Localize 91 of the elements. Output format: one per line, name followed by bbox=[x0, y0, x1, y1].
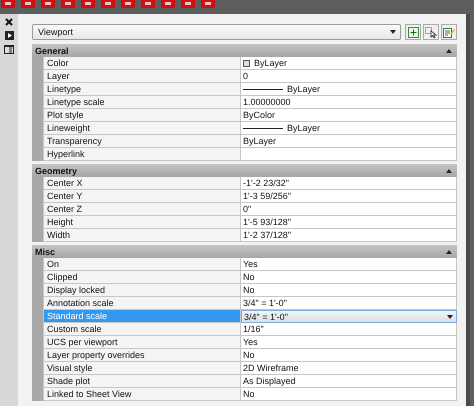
property-value[interactable]: 3/4" = 1'-0" bbox=[241, 310, 457, 323]
properties-icon[interactable] bbox=[4, 45, 14, 54]
property-label[interactable]: Linetype scale bbox=[43, 96, 241, 109]
value-text: No bbox=[243, 285, 255, 295]
property-label[interactable]: Display locked bbox=[43, 284, 241, 297]
value-text: 1'-3 59/256" bbox=[243, 191, 291, 201]
property-value[interactable]: No bbox=[241, 349, 457, 362]
object-type-dropdown[interactable]: Viewport bbox=[32, 24, 401, 40]
value-text: ByColor bbox=[243, 110, 276, 120]
value-text: Yes bbox=[243, 259, 258, 269]
select-objects-button[interactable] bbox=[423, 24, 439, 40]
dropdown-caret-icon[interactable] bbox=[447, 314, 453, 318]
section-gutter bbox=[32, 177, 43, 242]
property-value[interactable]: 1/16" bbox=[241, 323, 457, 336]
property-label[interactable]: Center Z bbox=[43, 203, 241, 216]
color-swatch-icon bbox=[243, 60, 250, 66]
cursor-selection-icon bbox=[425, 26, 437, 38]
quick-select-button[interactable] bbox=[441, 24, 457, 40]
property-label[interactable]: Annotation scale bbox=[43, 297, 241, 310]
collapse-arrow-icon bbox=[446, 250, 452, 254]
property-value[interactable]: No bbox=[241, 388, 457, 401]
value-text: 1'-2 37/128" bbox=[243, 230, 291, 240]
property-label[interactable]: Layer bbox=[43, 70, 241, 83]
property-value[interactable]: ByLayer bbox=[241, 122, 457, 135]
value-text: ByLayer bbox=[287, 123, 320, 133]
collapse-arrow-icon bbox=[446, 168, 452, 172]
property-value[interactable]: Yes bbox=[241, 336, 457, 349]
dropdown-caret-icon bbox=[390, 30, 396, 34]
value-text: ByLayer bbox=[287, 84, 320, 94]
plus-box-icon bbox=[408, 26, 418, 38]
property-value[interactable]: ByLayer bbox=[241, 57, 457, 70]
property-label[interactable]: Transparency bbox=[43, 135, 241, 148]
property-label[interactable]: Plot style bbox=[43, 109, 241, 122]
value-text: 1.00000000 bbox=[243, 97, 291, 107]
play-icon[interactable] bbox=[4, 31, 14, 40]
property-label[interactable]: UCS per viewport bbox=[43, 336, 241, 349]
value-text: 0 bbox=[243, 71, 248, 81]
value-text: ByLayer bbox=[243, 136, 276, 146]
property-label[interactable]: Visual style bbox=[43, 362, 241, 375]
value-text: 1'-5 93/128" bbox=[243, 217, 291, 227]
property-value[interactable]: ByLayer bbox=[241, 83, 457, 96]
property-value[interactable]: No bbox=[241, 284, 457, 297]
property-label[interactable]: Linetype bbox=[43, 83, 241, 96]
filter-pencil-icon bbox=[443, 26, 455, 38]
line-sample-icon bbox=[243, 88, 283, 90]
property-value[interactable]: 0" bbox=[241, 203, 457, 216]
property-label[interactable]: Clipped bbox=[43, 271, 241, 284]
property-value[interactable]: ByLayer bbox=[241, 135, 457, 148]
value-text: -1'-2 23/32" bbox=[243, 178, 289, 188]
property-label[interactable]: Custom scale bbox=[43, 323, 241, 336]
property-label[interactable]: Hyperlink bbox=[43, 148, 241, 161]
value-text: No bbox=[243, 389, 255, 399]
property-label[interactable]: Center Y bbox=[43, 190, 241, 203]
property-label[interactable]: Layer property overrides bbox=[43, 349, 241, 362]
property-value[interactable]: 3/4" = 1'-0" bbox=[241, 297, 457, 310]
property-label[interactable]: On bbox=[43, 258, 241, 271]
property-value[interactable]: 1.00000000 bbox=[241, 96, 457, 109]
property-value[interactable]: 1'-2 37/128" bbox=[241, 229, 457, 242]
property-value[interactable]: Yes bbox=[241, 258, 457, 271]
value-text: No bbox=[243, 350, 255, 360]
close-icon[interactable] bbox=[5, 18, 13, 26]
property-value[interactable]: -1'-2 23/32" bbox=[241, 177, 457, 190]
value-text: 3/4" = 1'-0" bbox=[243, 298, 287, 308]
property-label[interactable]: Linked to Sheet View bbox=[43, 388, 241, 401]
property-value[interactable]: 0 bbox=[241, 70, 457, 83]
section-header[interactable]: Misc bbox=[32, 245, 457, 258]
property-value[interactable]: 2D Wireframe bbox=[241, 362, 457, 375]
property-label[interactable]: Center X bbox=[43, 177, 241, 190]
property-label[interactable]: Lineweight bbox=[43, 122, 241, 135]
value-text: 1/16" bbox=[243, 324, 264, 334]
value-text: No bbox=[243, 272, 255, 282]
property-label[interactable]: Color bbox=[43, 57, 241, 70]
property-label[interactable]: Height bbox=[43, 216, 241, 229]
property-label[interactable]: Width bbox=[43, 229, 241, 242]
property-value[interactable]: ByColor bbox=[241, 109, 457, 122]
value-text: 2D Wireframe bbox=[243, 363, 299, 373]
property-value[interactable]: No bbox=[241, 271, 457, 284]
property-value[interactable]: 1'-3 59/256" bbox=[241, 190, 457, 203]
value-text: 3/4" = 1'-0" bbox=[244, 312, 288, 322]
property-label[interactable]: Shade plot bbox=[43, 375, 241, 388]
section-header[interactable]: General bbox=[32, 44, 457, 57]
value-text: Yes bbox=[243, 337, 258, 347]
toggle-pickadd-button[interactable] bbox=[405, 24, 421, 40]
value-text: As Displayed bbox=[243, 376, 296, 386]
property-value[interactable]: 1'-5 93/128" bbox=[241, 216, 457, 229]
collapse-arrow-icon bbox=[446, 48, 452, 52]
value-text: 0" bbox=[243, 204, 252, 214]
value-text: ByLayer bbox=[254, 58, 288, 68]
line-sample-icon bbox=[243, 126, 283, 130]
section-header[interactable]: Geometry bbox=[32, 164, 457, 177]
property-value[interactable]: As Displayed bbox=[241, 375, 457, 388]
